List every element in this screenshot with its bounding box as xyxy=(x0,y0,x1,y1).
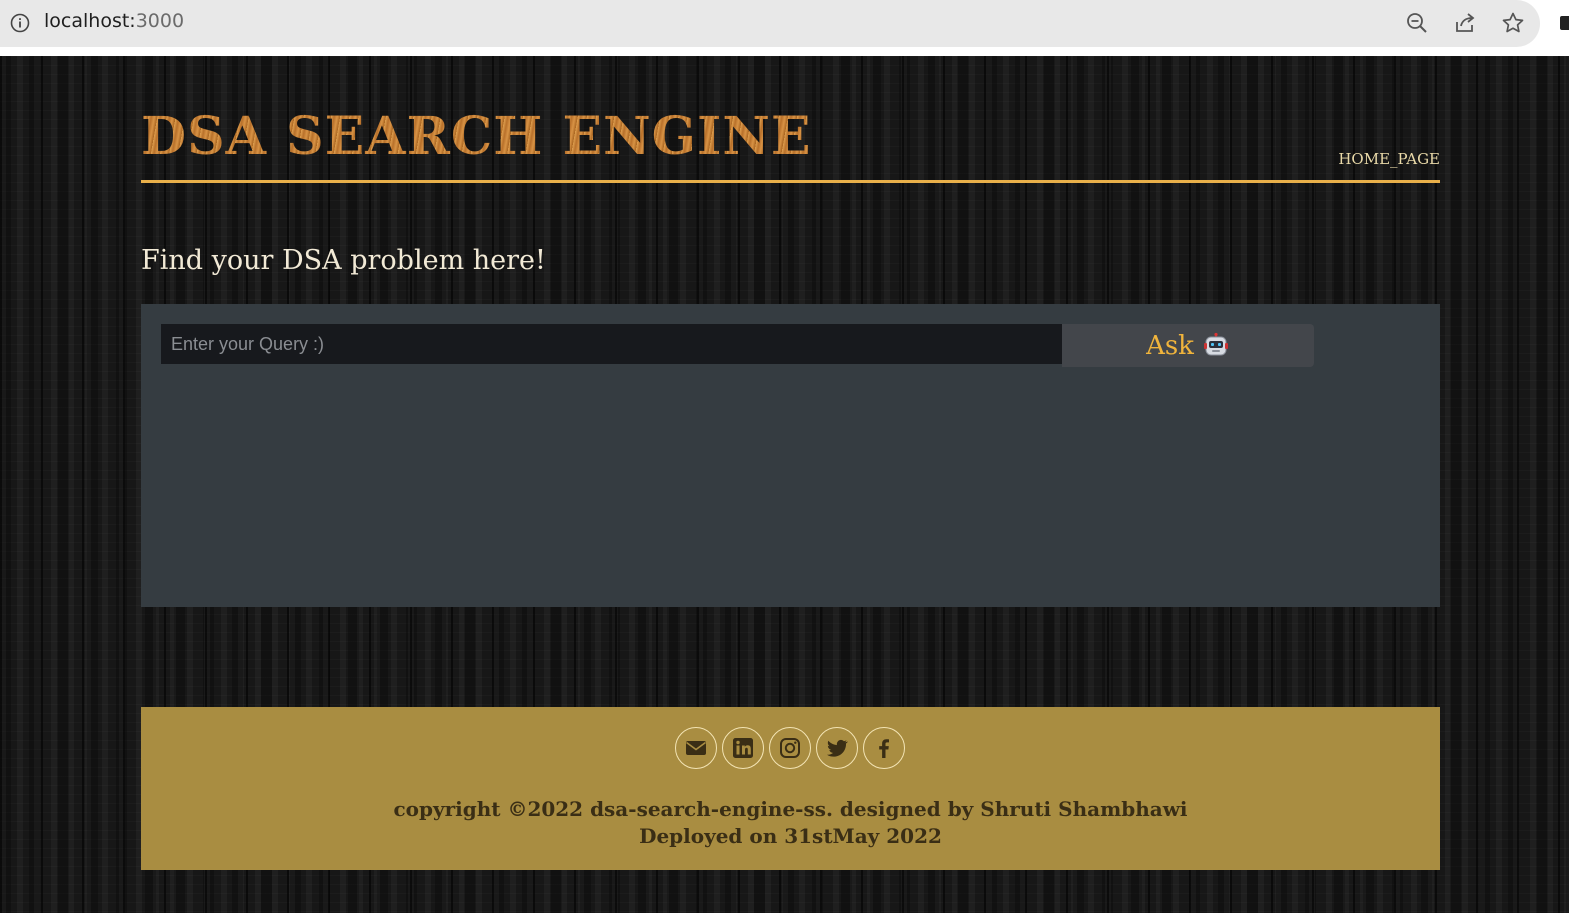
copyright-text: copyright ©2022 dsa-search-engine-ss. de… xyxy=(393,797,1188,821)
robot-icon xyxy=(1203,332,1228,355)
bookmark-star-icon[interactable] xyxy=(1501,11,1525,35)
query-input[interactable] xyxy=(161,324,1062,364)
address-bar[interactable]: localhost:3000 xyxy=(0,0,1540,47)
footer: copyright ©2022 dsa-search-engine-ss. de… xyxy=(141,707,1440,870)
url-text[interactable]: localhost:3000 xyxy=(44,10,184,32)
extension-icon[interactable] xyxy=(1560,16,1569,30)
ask-button-label: Ask xyxy=(1146,330,1194,361)
ask-button[interactable]: Ask xyxy=(1062,324,1314,367)
twitter-icon[interactable] xyxy=(816,727,858,769)
share-icon[interactable] xyxy=(1453,11,1477,35)
info-icon[interactable] xyxy=(10,13,30,33)
linkedin-icon[interactable] xyxy=(722,727,764,769)
social-links xyxy=(675,727,905,769)
envelope-icon[interactable] xyxy=(675,727,717,769)
browser-chrome: localhost:3000 xyxy=(0,0,1569,56)
page-heading: Find your DSA problem here! xyxy=(141,245,546,276)
zoom-out-icon[interactable] xyxy=(1405,11,1429,35)
url-port: 3000 xyxy=(135,10,185,32)
url-host: localhost: xyxy=(44,10,136,32)
header-divider xyxy=(141,180,1440,183)
deployed-text: Deployed on 31stMay 2022 xyxy=(639,824,942,848)
instagram-icon[interactable] xyxy=(769,727,811,769)
search-panel: Ask xyxy=(141,304,1440,607)
home-page-link[interactable]: HOME_PAGE xyxy=(1338,150,1440,168)
facebook-icon[interactable] xyxy=(863,727,905,769)
site-title: DSA SEARCH ENGINE xyxy=(141,106,812,167)
